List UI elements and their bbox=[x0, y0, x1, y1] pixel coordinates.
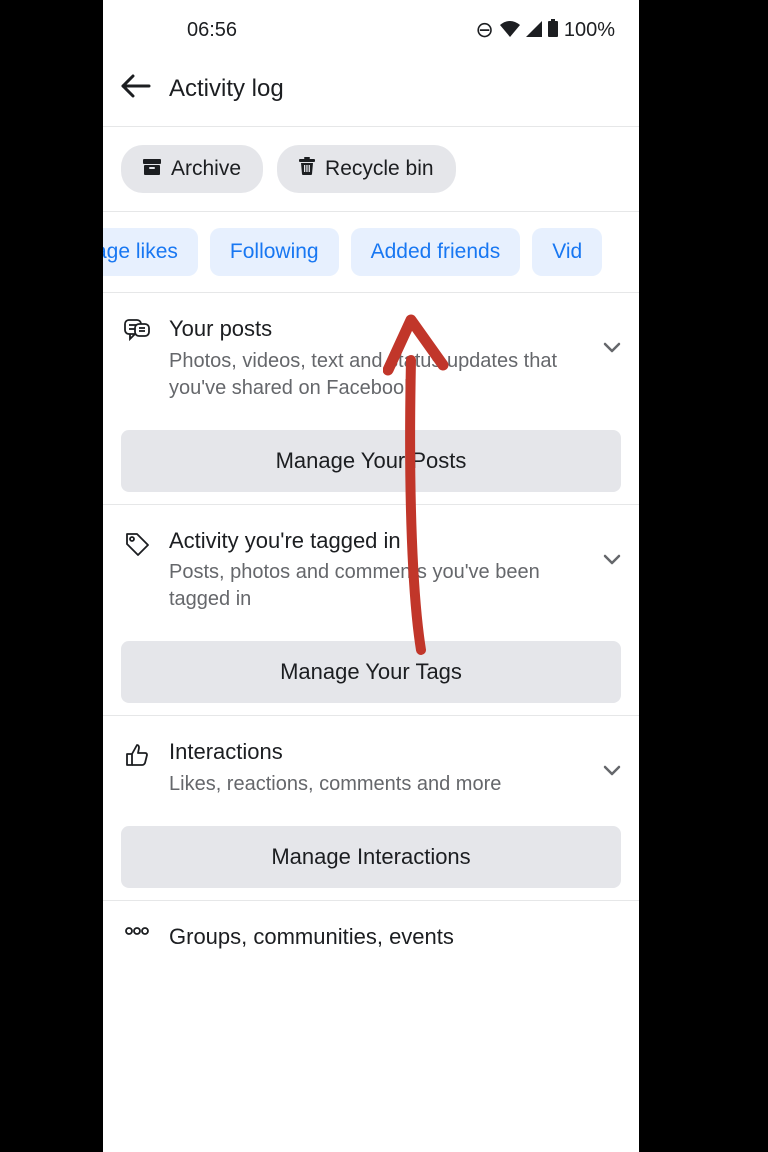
status-bar: 06:56 ⊖ 100% bbox=[103, 0, 639, 60]
back-icon[interactable] bbox=[121, 74, 151, 104]
posts-title: Your posts bbox=[169, 315, 579, 344]
like-icon bbox=[121, 738, 153, 768]
section-head-posts[interactable]: Your posts Photos, videos, text and stat… bbox=[121, 315, 621, 402]
section-head-tagged[interactable]: Activity you're tagged in Posts, photos … bbox=[121, 527, 621, 614]
filter-added-friends[interactable]: Added friends bbox=[351, 228, 521, 276]
filter-videos[interactable]: Vid bbox=[532, 228, 602, 276]
archive-icon bbox=[143, 158, 161, 181]
chevron-down-icon[interactable] bbox=[603, 315, 621, 360]
page-header: Activity log bbox=[103, 60, 639, 127]
archive-label: Archive bbox=[171, 157, 241, 181]
section-tagged: Activity you're tagged in Posts, photos … bbox=[103, 505, 639, 717]
chevron-down-icon[interactable] bbox=[603, 527, 621, 572]
filter-following[interactable]: Following bbox=[210, 228, 339, 276]
recycle-chip[interactable]: Recycle bin bbox=[277, 145, 456, 193]
section-interactions: Interactions Likes, reactions, comments … bbox=[103, 716, 639, 901]
section-groups: Groups, communities, events bbox=[103, 901, 639, 952]
groups-icon bbox=[121, 923, 153, 941]
section-your-posts: Your posts Photos, videos, text and stat… bbox=[103, 293, 639, 505]
posts-desc: Photos, videos, text and status updates … bbox=[169, 348, 579, 402]
recycle-label: Recycle bin bbox=[325, 157, 434, 181]
page-title: Activity log bbox=[169, 75, 284, 103]
dnd-icon: ⊖ bbox=[475, 17, 493, 43]
action-chip-row: Archive Recycle bin bbox=[103, 127, 639, 212]
manage-posts-button[interactable]: Manage Your Posts bbox=[121, 430, 621, 492]
cellular-icon bbox=[526, 17, 542, 43]
app-frame: 06:56 ⊖ 100% Activity log bbox=[103, 0, 639, 1152]
posts-icon bbox=[121, 315, 153, 343]
tagged-desc: Posts, photos and comments you've been t… bbox=[169, 559, 579, 613]
chevron-down-icon[interactable] bbox=[603, 738, 621, 783]
interactions-desc: Likes, reactions, comments and more bbox=[169, 771, 579, 798]
section-head-groups[interactable]: Groups, communities, events bbox=[121, 923, 621, 952]
clock: 06:56 bbox=[187, 19, 237, 42]
trash-icon bbox=[299, 157, 315, 181]
interactions-title: Interactions bbox=[169, 738, 579, 767]
filter-scroll[interactable]: Page likes Following Added friends Vid bbox=[103, 212, 639, 293]
battery-percent: 100% bbox=[564, 19, 615, 42]
wifi-icon bbox=[500, 17, 520, 43]
battery-icon bbox=[548, 17, 558, 43]
manage-tags-button[interactable]: Manage Your Tags bbox=[121, 641, 621, 703]
archive-chip[interactable]: Archive bbox=[121, 145, 263, 193]
manage-interactions-button[interactable]: Manage Interactions bbox=[121, 826, 621, 888]
groups-title: Groups, communities, events bbox=[169, 923, 613, 952]
tag-icon bbox=[121, 527, 153, 557]
section-head-interactions[interactable]: Interactions Likes, reactions, comments … bbox=[121, 738, 621, 798]
filter-page-likes[interactable]: Page likes bbox=[103, 228, 198, 276]
tagged-title: Activity you're tagged in bbox=[169, 527, 579, 556]
